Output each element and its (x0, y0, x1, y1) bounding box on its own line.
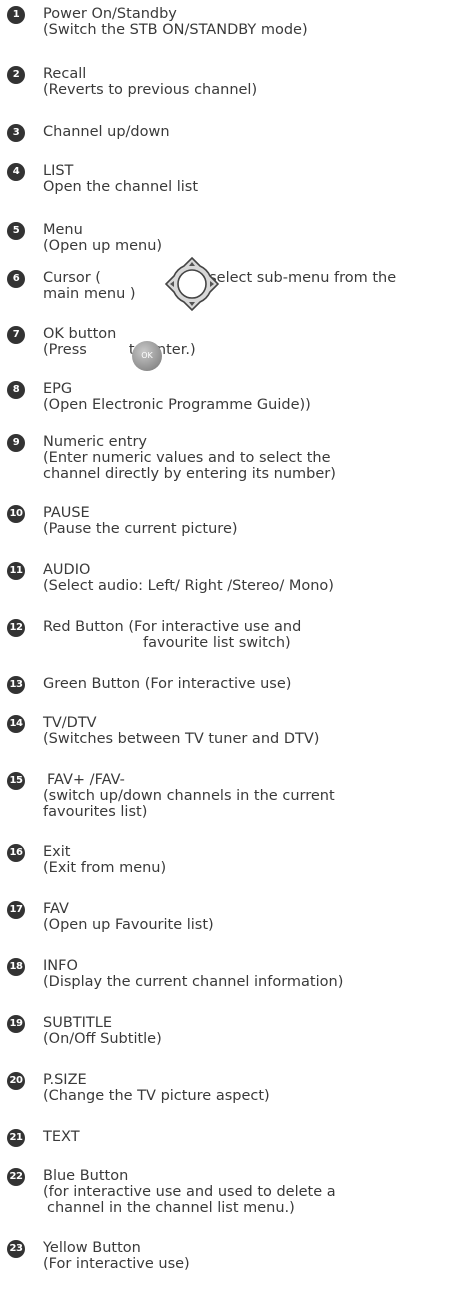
item-number-badge: 2 (7, 66, 25, 84)
item-title: Blue Button (43, 1168, 129, 1184)
item-text: TV/DTV (Switches between TV tuner and DT… (43, 715, 449, 747)
item-description: (Switches between TV tuner and DTV) (43, 731, 320, 747)
item-number-badge: 5 (7, 222, 25, 240)
item-description: (Reverts to previous channel) (43, 82, 258, 98)
item-number-badge: 3 (7, 124, 25, 142)
item-description: (Open up menu) (43, 238, 163, 254)
item-text: Menu (Open up menu) (43, 222, 449, 254)
item-text: PAUSE (Pause the current picture) (43, 505, 449, 537)
item-number-badge: 4 (7, 163, 25, 181)
item-description: (Display the current channel information… (43, 974, 344, 990)
item-title: Red Button (For interactive use and (43, 619, 302, 635)
item-title: Green Button (For interactive use) (43, 676, 292, 692)
cursor-dpad-icon (164, 256, 220, 312)
item-number-badge: 14 (7, 715, 25, 733)
item-description: favourites list) (43, 804, 148, 820)
item-title: Cursor ( to select sub-menu from the (43, 270, 449, 286)
item-description: (For interactive use) (43, 1256, 190, 1272)
item-text: Red Button (For interactive use and favo… (43, 619, 449, 651)
item-title: P.SIZE (43, 1072, 87, 1088)
item-number-badge: 17 (7, 901, 25, 919)
item-description: favourite list switch) (143, 635, 291, 651)
item-text: Yellow Button (For interactive use) (43, 1240, 449, 1272)
item-text: TEXT (43, 1129, 449, 1145)
item-number-badge: 22 (7, 1168, 25, 1186)
item-title: Channel up/down (43, 124, 170, 140)
item-text: Recall (Reverts to previous channel) (43, 66, 449, 98)
item-title: FAV+ /FAV- (47, 772, 125, 788)
item-title: Menu (43, 222, 83, 238)
item-text: Numeric entry (Enter numeric values and … (43, 434, 449, 482)
item-description: (Switch the STB ON/STANDBY mode) (43, 22, 308, 38)
item-number-badge: 23 (7, 1240, 25, 1258)
item-number-badge: 21 (7, 1129, 25, 1147)
item-text: AUDIO (Select audio: Left/ Right /Stereo… (43, 562, 449, 594)
item-text: P.SIZE (Change the TV picture aspect) (43, 1072, 449, 1104)
item-description: (Change the TV picture aspect) (43, 1088, 270, 1104)
item-text: Blue Button (for interactive use and use… (43, 1168, 449, 1216)
item-description: channel directly by entering its number) (43, 466, 336, 482)
item-text: Green Button (For interactive use) (43, 676, 449, 692)
item-number-badge: 18 (7, 958, 25, 976)
item-title: Exit (43, 844, 71, 860)
item-text: Cursor ( to select sub-menu from the main… (43, 256, 449, 312)
item-number-badge: 8 (7, 381, 25, 399)
item-title: Power On/Standby (43, 6, 177, 22)
item-number-badge: 13 (7, 676, 25, 694)
item-title: Recall (43, 66, 87, 82)
item-title: INFO (43, 958, 78, 974)
item-number-badge: 11 (7, 562, 25, 580)
item-text: SUBTITLE (On/Off Subtitle) (43, 1015, 449, 1047)
item-number-badge: 10 (7, 505, 25, 523)
item-description: (Enter numeric values and to select the (43, 450, 331, 466)
item-text: Exit (Exit from menu) (43, 844, 449, 876)
item-title: PAUSE (43, 505, 90, 521)
item-description: (for interactive use and used to delete … (43, 1184, 336, 1200)
item-title: OK button (43, 326, 117, 342)
item-title: SUBTITLE (43, 1015, 112, 1031)
item-number-badge: 19 (7, 1015, 25, 1033)
item-text: EPG (Open Electronic Programme Guide)) (43, 381, 449, 413)
item-title: TEXT (43, 1129, 80, 1145)
item-description: (Select audio: Left/ Right /Stereo/ Mono… (43, 578, 334, 594)
item-number-badge: 15 (7, 772, 25, 790)
item-text: Power On/Standby (Switch the STB ON/STAN… (43, 6, 449, 38)
item-description: (Exit from menu) (43, 860, 167, 876)
item-title: TV/DTV (43, 715, 97, 731)
item-title: FAV (43, 901, 69, 917)
item-number-badge: 9 (7, 434, 25, 452)
item-text: LIST Open the channel list (43, 163, 449, 195)
item-number-badge: 7 (7, 326, 25, 344)
item-text: Channel up/down (43, 124, 449, 140)
item-description: (switch up/down channels in the current (43, 788, 335, 804)
item-title: AUDIO (43, 562, 91, 578)
item-description: (Press to enter.) (43, 342, 196, 358)
item-number-badge: 12 (7, 619, 25, 637)
item-text: FAV+ /FAV- (switch up/down channels in t… (43, 772, 449, 820)
ok-button-icon: OK (132, 341, 162, 371)
item-title: Yellow Button (43, 1240, 141, 1256)
item-number-badge: 1 (7, 6, 25, 24)
item-description: (Pause the current picture) (43, 521, 238, 537)
item-number-badge: 16 (7, 844, 25, 862)
item-text: OK button (Press to enter.) OK (43, 326, 449, 371)
cursor-description: to select sub-menu from the (189, 270, 397, 286)
item-text: FAV (Open up Favourite list) (43, 901, 449, 933)
item-number-badge: 20 (7, 1072, 25, 1090)
cursor-label: Cursor ( (43, 270, 101, 286)
item-description: (On/Off Subtitle) (43, 1031, 162, 1047)
item-description: channel in the channel list menu.) (47, 1200, 295, 1216)
item-description: Open the channel list (43, 179, 199, 195)
item-description: (Open Electronic Programme Guide)) (43, 397, 311, 413)
item-title: EPG (43, 381, 73, 397)
item-title: LIST (43, 163, 74, 179)
item-description: (Open up Favourite list) (43, 917, 214, 933)
item-description: main menu ) (43, 286, 136, 302)
item-title: Numeric entry (43, 434, 147, 450)
item-text: INFO (Display the current channel inform… (43, 958, 449, 990)
item-number-badge: 6 (7, 270, 25, 288)
